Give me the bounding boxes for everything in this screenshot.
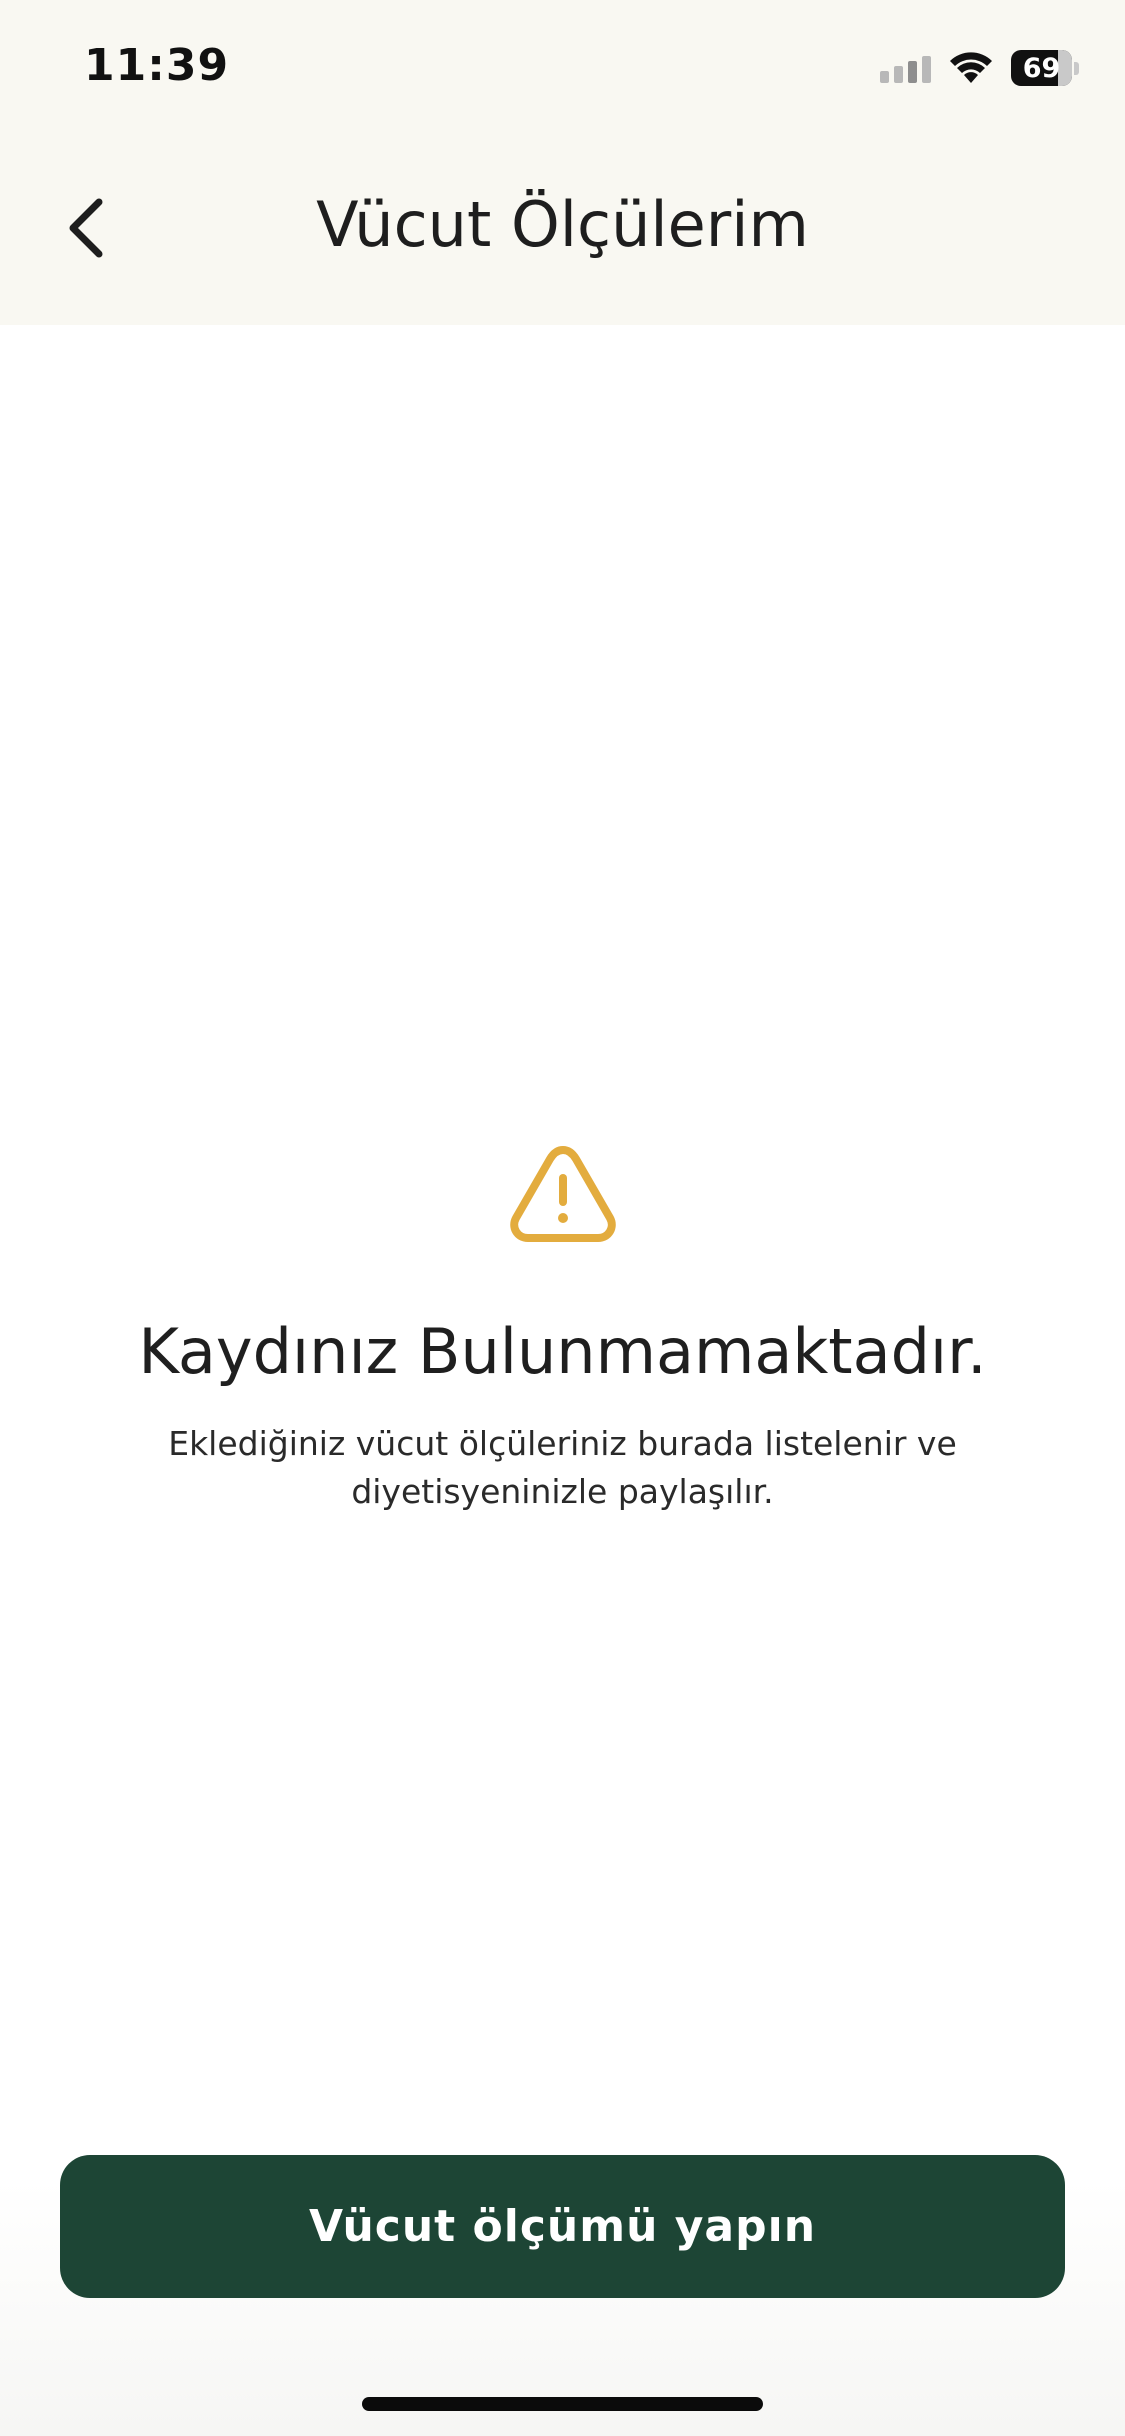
home-indicator[interactable]: [362, 2397, 763, 2411]
empty-state-description: Eklediğiniz vücut ölçüleriniz burada lis…: [168, 1424, 957, 1511]
battery-level: 69: [1022, 52, 1061, 84]
empty-state: Kaydınız Bulunmamaktadır. Eklediğiniz vü…: [0, 1140, 1125, 1516]
page-title: Vücut Ölçülerim: [316, 188, 809, 261]
wifi-icon: [949, 51, 993, 85]
screen: 11:39 69 Vücut Ölçülerim Kaydınız Bulunm…: [0, 0, 1125, 2436]
add-measurement-button[interactable]: Vücut ölçümü yapın: [60, 2155, 1065, 2298]
empty-state-title: Kaydınız Bulunmamaktadır.: [138, 1315, 987, 1388]
top-area: 11:39 69 Vücut Ölçülerim: [0, 0, 1125, 325]
status-icons: 69: [880, 46, 1079, 90]
status-time: 11:39: [84, 40, 230, 91]
cellular-signal-icon: [880, 53, 931, 83]
warning-triangle-icon: [509, 1146, 616, 1242]
battery-icon: 69: [1011, 50, 1079, 86]
